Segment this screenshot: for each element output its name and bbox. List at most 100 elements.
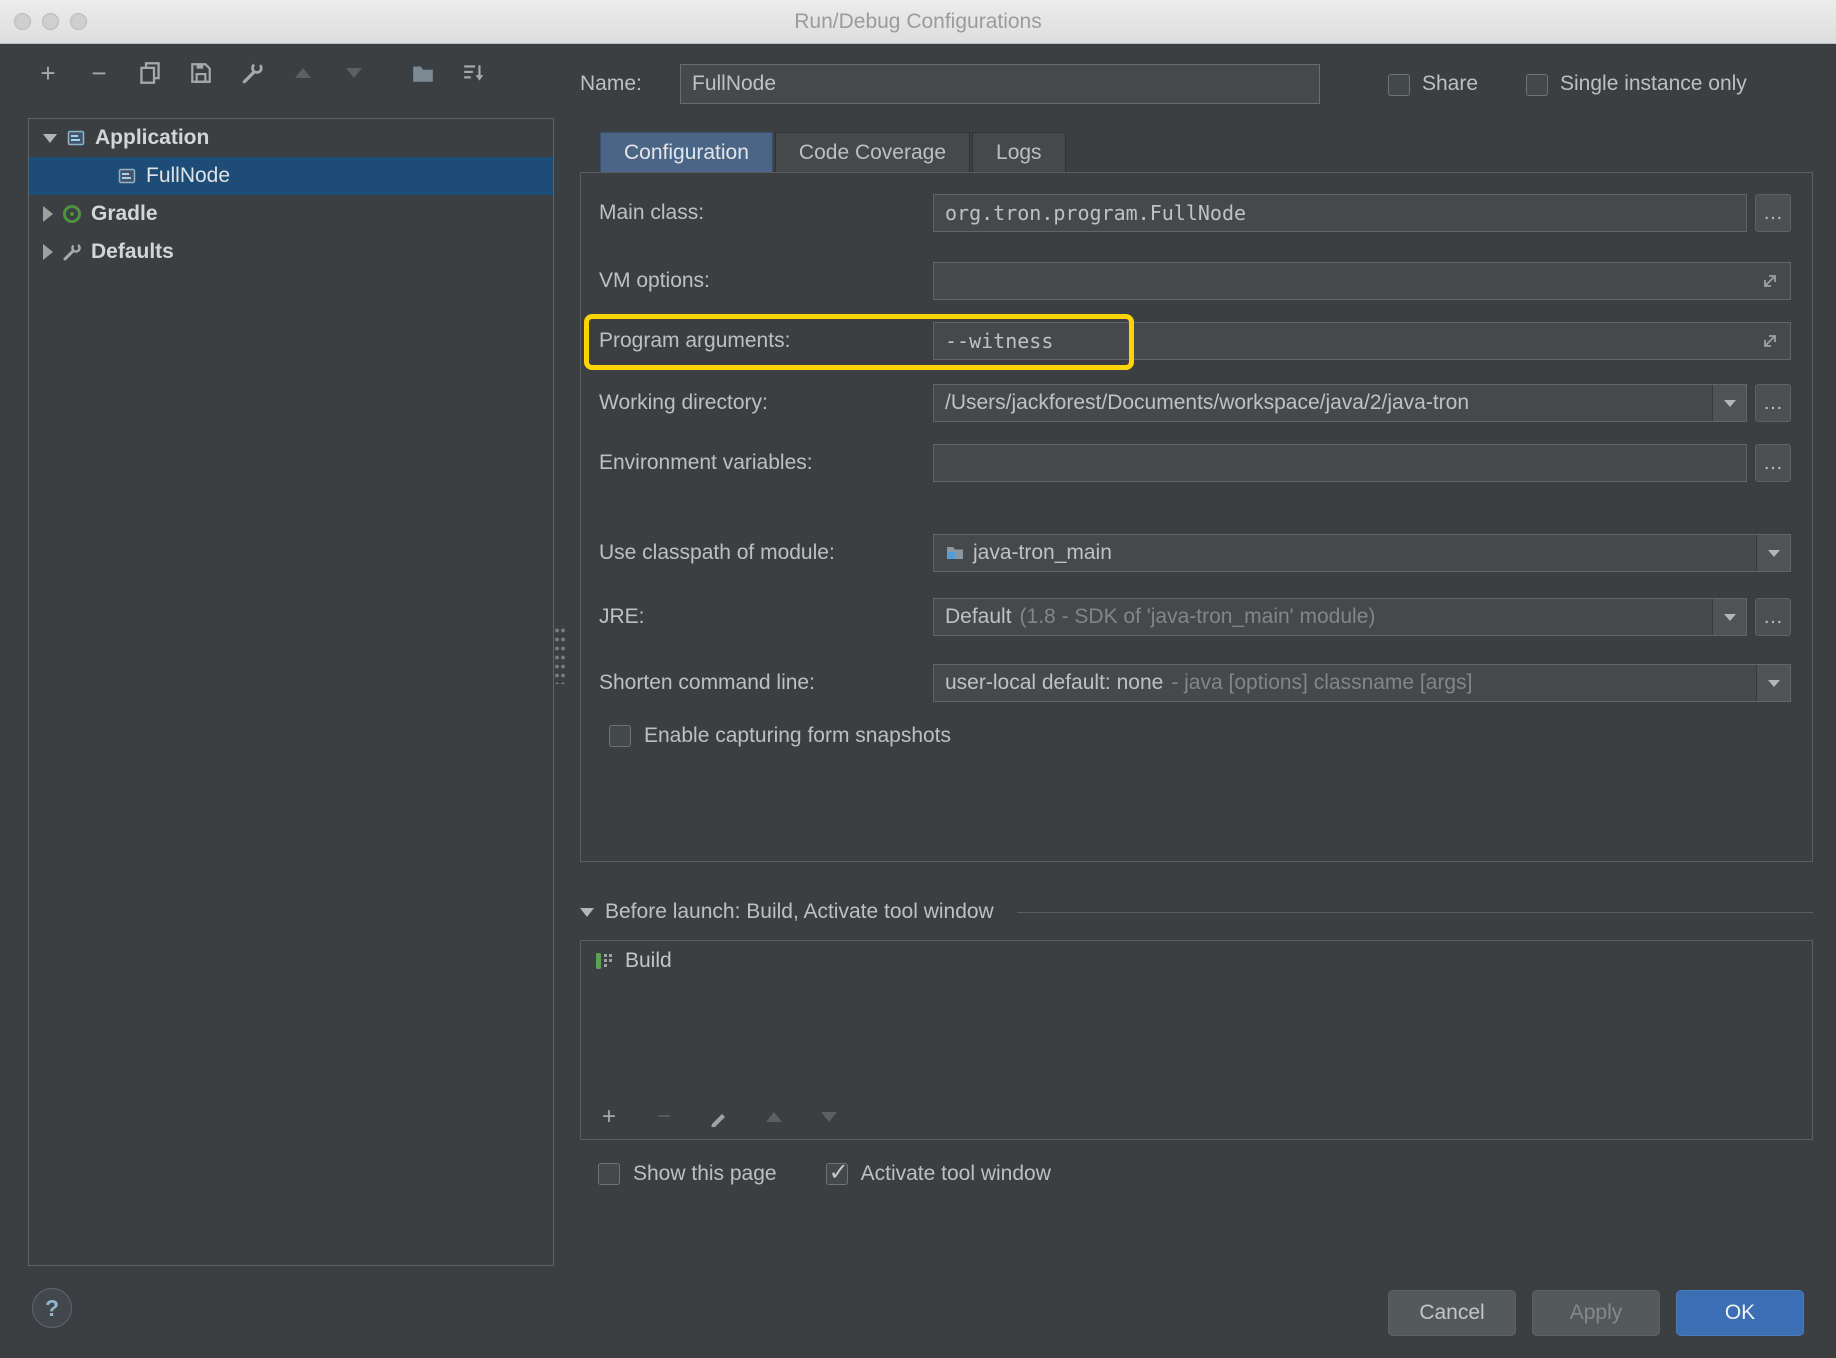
add-task-button[interactable]: +	[595, 1103, 623, 1131]
activate-tool-window-checkbox[interactable]	[826, 1163, 848, 1185]
tab-code-coverage[interactable]: Code Coverage	[775, 132, 970, 173]
classpath-module-dropdown[interactable]	[1756, 535, 1790, 571]
show-this-page-checkbox[interactable]	[598, 1163, 620, 1185]
environment-variables-browse-button[interactable]: …	[1755, 444, 1791, 482]
sort-icon	[462, 61, 486, 85]
copy-icon	[138, 61, 162, 85]
before-launch-options: Show this page Activate tool window	[598, 1162, 1051, 1186]
chevron-down-icon	[1724, 614, 1736, 621]
jre-browse-button[interactable]: …	[1755, 598, 1791, 636]
shorten-command-line-label: Shorten command line:	[599, 664, 815, 702]
working-directory-dropdown[interactable]	[1712, 385, 1746, 421]
expand-field-icon[interactable]	[1761, 332, 1779, 350]
tree-item-application[interactable]: Application	[29, 119, 553, 157]
shorten-command-line-select[interactable]: user-local default: none - java [options…	[933, 664, 1791, 702]
plus-icon: +	[602, 1105, 616, 1129]
before-launch-header[interactable]: Before launch: Build, Activate tool wind…	[580, 900, 1813, 924]
minus-icon: −	[657, 1105, 671, 1129]
chevron-down-icon	[1768, 680, 1780, 687]
main-class-field[interactable]: org.tron.program.FullNode	[933, 194, 1747, 232]
configurations-tree: Application FullNode Gradle Defaults	[28, 118, 554, 1266]
share-checkbox[interactable]	[1388, 74, 1410, 96]
environment-variables-field[interactable]	[933, 444, 1747, 482]
working-directory-label: Working directory:	[599, 384, 768, 422]
name-input[interactable]	[680, 64, 1320, 104]
create-folder-button[interactable]	[409, 59, 437, 87]
titlebar: Run/Debug Configurations	[0, 0, 1836, 44]
tree-item-gradle[interactable]: Gradle	[29, 195, 553, 233]
main-class-browse-button[interactable]: …	[1755, 194, 1791, 232]
expand-field-icon[interactable]	[1761, 272, 1779, 290]
tree-item-label: Defaults	[91, 240, 174, 264]
shorten-command-line-dropdown[interactable]	[1756, 665, 1790, 701]
jre-dropdown[interactable]	[1712, 599, 1746, 635]
chevron-down-icon	[580, 908, 594, 917]
plus-icon: +	[40, 60, 55, 86]
ok-button[interactable]: OK	[1676, 1290, 1804, 1336]
before-launch-list: Build + −	[580, 940, 1813, 1140]
chevron-down-icon	[1768, 550, 1780, 557]
tree-item-label: Gradle	[91, 202, 158, 226]
chevron-down-icon	[43, 134, 57, 143]
remove-configuration-button[interactable]: −	[85, 59, 113, 87]
add-configuration-button[interactable]: +	[34, 59, 62, 87]
classpath-module-label: Use classpath of module:	[599, 534, 835, 572]
run-debug-configurations-dialog: Run/Debug Configurations + − Application	[0, 0, 1836, 1358]
jre-select[interactable]: Default (1.8 - SDK of 'java-tron_main' m…	[933, 598, 1747, 636]
capture-form-snapshots-label: Enable capturing form snapshots	[644, 724, 951, 748]
zoom-button[interactable]	[70, 13, 87, 30]
chevron-up-icon	[766, 1112, 782, 1122]
program-arguments-label: Program arguments:	[599, 322, 790, 360]
program-arguments-field[interactable]: --witness	[933, 322, 1791, 360]
remove-task-button[interactable]: −	[650, 1103, 678, 1131]
tree-item-label: Application	[95, 126, 209, 150]
apply-button[interactable]: Apply	[1532, 1290, 1660, 1336]
close-button[interactable]	[14, 13, 31, 30]
classpath-module-select[interactable]: java-tron_main	[933, 534, 1791, 572]
vm-options-field[interactable]	[933, 262, 1791, 300]
ellipsis-icon: …	[1763, 392, 1783, 415]
move-task-down-button[interactable]	[815, 1103, 843, 1131]
list-item-label: Build	[625, 949, 672, 973]
minimize-button[interactable]	[42, 13, 59, 30]
help-button[interactable]: ?	[32, 1288, 72, 1328]
save-configuration-button[interactable]	[187, 59, 215, 87]
tree-item-fullnode[interactable]: FullNode	[29, 157, 553, 195]
share-label: Share	[1422, 64, 1478, 104]
working-directory-field[interactable]: /Users/jackforest/Documents/workspace/ja…	[933, 384, 1747, 422]
list-item-build[interactable]: Build	[581, 941, 1812, 973]
move-up-button[interactable]	[289, 59, 317, 87]
move-task-up-button[interactable]	[760, 1103, 788, 1131]
ellipsis-icon: …	[1763, 202, 1783, 225]
chevron-right-icon	[43, 244, 53, 260]
configurations-toolbar: + −	[34, 56, 488, 90]
splitter-handle[interactable]	[554, 626, 566, 684]
module-icon	[945, 543, 965, 563]
tree-item-defaults[interactable]: Defaults	[29, 233, 553, 271]
wrench-icon	[240, 61, 264, 85]
window-title: Run/Debug Configurations	[794, 10, 1042, 34]
build-icon	[595, 951, 615, 971]
copy-configuration-button[interactable]	[136, 59, 164, 87]
minus-icon: −	[91, 60, 106, 86]
tab-logs[interactable]: Logs	[972, 132, 1066, 173]
before-launch-toolbar: + −	[595, 1103, 843, 1131]
capture-form-snapshots-checkbox[interactable]	[609, 725, 631, 747]
folder-icon	[411, 61, 435, 85]
edit-task-button[interactable]	[705, 1103, 733, 1131]
question-icon: ?	[45, 1295, 59, 1322]
tab-configuration[interactable]: Configuration	[600, 132, 773, 173]
vm-options-label: VM options:	[599, 262, 710, 300]
single-instance-checkbox[interactable]	[1526, 74, 1548, 96]
main-class-label: Main class:	[599, 194, 704, 232]
sort-configurations-button[interactable]	[460, 59, 488, 87]
cancel-button[interactable]: Cancel	[1388, 1290, 1516, 1336]
move-down-button[interactable]	[340, 59, 368, 87]
working-directory-browse-button[interactable]: …	[1755, 384, 1791, 422]
save-icon	[189, 61, 213, 85]
edit-defaults-button[interactable]	[238, 59, 266, 87]
tree-item-label: FullNode	[146, 164, 230, 188]
configuration-tabs: Configuration Code Coverage Logs	[600, 132, 1066, 173]
configuration-panel: Main class: org.tron.program.FullNode … …	[580, 172, 1813, 862]
wrench-icon	[62, 242, 82, 262]
